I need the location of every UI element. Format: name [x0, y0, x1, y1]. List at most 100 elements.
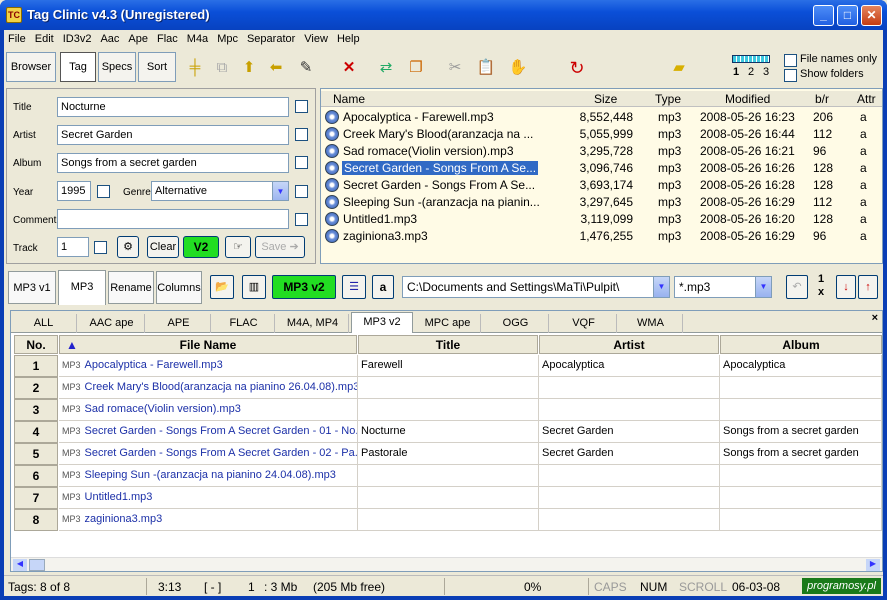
row-number[interactable]: 6 — [14, 465, 58, 487]
artist-field[interactable]: Secret Garden — [57, 125, 289, 145]
row-number[interactable]: 3 — [14, 399, 58, 421]
album-cell[interactable] — [720, 487, 882, 509]
show-folders-checkbox[interactable] — [784, 69, 797, 82]
table-row[interactable]: 8 MP3 zaginiona3.mp3 — [11, 509, 882, 531]
title-cell[interactable]: Farewell — [358, 355, 539, 377]
clear-button[interactable]: Clear — [147, 236, 179, 258]
format-tab[interactable]: MP3 v2 — [351, 312, 413, 333]
level-2[interactable]: 2 — [748, 66, 754, 78]
title-cell[interactable]: Nocturne — [358, 421, 539, 443]
table-row[interactable]: 5 MP3 Secret Garden - Songs From A Secret … — [11, 443, 882, 465]
lowercase-button[interactable]: a — [372, 275, 394, 299]
filename-cell[interactable]: MP3 Sleeping Sun -(aranzacja na pianino 2… — [59, 465, 358, 487]
filename-cell[interactable]: MP3 Secret Garden - Songs From A Secret G… — [59, 443, 358, 465]
undo-button[interactable]: ↶ — [786, 275, 808, 299]
hand-pointer-button[interactable]: ☞ — [225, 236, 251, 258]
hand-icon[interactable]: ✋ — [508, 58, 528, 78]
chevron-down-icon[interactable]: ▼ — [755, 277, 771, 297]
chevron-down-icon[interactable]: ▼ — [653, 277, 669, 297]
menu-flac[interactable]: Flac — [153, 30, 183, 45]
horizontal-scrollbar[interactable]: ◀ ▶ — [11, 557, 882, 571]
specs-button[interactable]: Specs — [98, 52, 136, 82]
album-cell[interactable]: Songs from a secret garden — [720, 443, 882, 465]
pen-icon[interactable]: ✎ — [296, 58, 316, 78]
artist-cell[interactable] — [539, 487, 720, 509]
file-list-row[interactable]: Apocalyptica - Farewell.mp3 8,552,448 mp3 2… — [325, 109, 880, 126]
artist-checkbox[interactable] — [295, 128, 308, 141]
move-down-button[interactable]: ↓ — [836, 275, 856, 299]
title-cell[interactable] — [358, 399, 539, 421]
title-cell[interactable]: Pastorale — [358, 443, 539, 465]
sync-icon[interactable]: ⇄ — [376, 58, 396, 78]
menu-edit[interactable]: Edit — [31, 30, 59, 45]
row-number[interactable]: 4 — [14, 421, 58, 443]
filename-cell[interactable]: MP3 Untitled1.mp3 — [59, 487, 358, 509]
year-checkbox[interactable] — [97, 185, 110, 198]
copy-tag-icon[interactable]: ⧉ — [212, 58, 232, 78]
row-number[interactable]: 7 — [14, 487, 58, 509]
menu-id3v2[interactable]: ID3v2 — [59, 30, 97, 45]
album-cell[interactable] — [720, 465, 882, 487]
close-panel-icon[interactable]: × — [872, 312, 878, 324]
artist-cell[interactable]: Secret Garden — [539, 421, 720, 443]
folder-icon[interactable]: ▰ — [669, 58, 689, 78]
title-cell[interactable] — [358, 487, 539, 509]
album-field[interactable]: Songs from a secret garden — [57, 153, 289, 173]
row-number[interactable]: 2 — [14, 377, 58, 399]
menu-aac[interactable]: Aac — [96, 30, 124, 45]
table-row[interactable]: 4 MP3 Secret Garden - Songs From A Secret … — [11, 421, 882, 443]
artist-cell[interactable] — [539, 377, 720, 399]
rows-view-button[interactable]: ☰ — [342, 275, 366, 299]
auto-number-button[interactable]: ⚙ — [117, 236, 139, 258]
duplicate-icon[interactable]: ❐ — [406, 58, 426, 78]
col-type[interactable]: Type — [655, 92, 681, 106]
album-cell[interactable]: Apocalyptica — [720, 355, 882, 377]
v2-button[interactable]: V2 — [183, 236, 219, 258]
scroll-thumb[interactable] — [29, 559, 45, 571]
track-checkbox[interactable] — [94, 241, 107, 254]
minimize-button[interactable]: _ — [813, 5, 834, 26]
col-title[interactable]: Title — [358, 335, 538, 354]
scroll-left-icon[interactable]: ◀ — [13, 559, 27, 571]
menu-view[interactable]: View — [300, 30, 333, 45]
album-cell[interactable] — [720, 377, 882, 399]
format-tab[interactable]: WMA — [619, 314, 683, 333]
col-artist[interactable]: Artist — [539, 335, 719, 354]
artist-cell[interactable]: Apocalyptica — [539, 355, 720, 377]
col-bitrate[interactable]: b/r — [815, 92, 829, 106]
folder-back-icon[interactable]: ⬅ — [266, 58, 286, 78]
menu-mpc[interactable]: Mpc — [213, 30, 243, 45]
genre-select[interactable]: Alternative ▼ — [151, 181, 289, 201]
format-tab[interactable]: VQF — [551, 314, 617, 333]
tag-button[interactable]: Tag — [60, 52, 96, 82]
menu-ape[interactable]: Ape — [124, 30, 153, 45]
format-tab[interactable]: AAC ape — [79, 314, 145, 333]
menu-m4a[interactable]: M4a — [183, 30, 213, 45]
filename-cell[interactable]: MP3 Creek Mary's Blood(aranzacja na piani… — [59, 377, 358, 399]
row-number[interactable]: 8 — [14, 509, 58, 531]
title-cell[interactable] — [358, 509, 539, 531]
table-row[interactable]: 3 MP3 Sad romace(Violin version).mp3 — [11, 399, 882, 421]
table-row[interactable]: 7 MP3 Untitled1.mp3 — [11, 487, 882, 509]
split-icon[interactable]: ╪ — [185, 58, 205, 78]
title-field[interactable]: Nocturne — [57, 97, 289, 117]
folder-up-icon[interactable]: ⬆ — [239, 58, 259, 78]
artist-cell[interactable] — [539, 509, 720, 531]
title-cell[interactable] — [358, 377, 539, 399]
col-attr[interactable]: Attr — [857, 92, 876, 106]
col-no[interactable]: No. — [14, 335, 58, 354]
col-modified[interactable]: Modified — [725, 92, 770, 106]
album-cell[interactable]: Songs from a secret garden — [720, 421, 882, 443]
row-number[interactable]: 1 — [14, 355, 58, 377]
format-tab[interactable]: ALL — [11, 314, 77, 333]
paste-icon[interactable]: 📋 — [476, 58, 496, 78]
level-1[interactable]: 1 — [733, 66, 739, 78]
table-row[interactable]: 1 MP3 Apocalyptica - Farewell.mp3 Farewell A… — [11, 355, 882, 377]
genre-checkbox[interactable] — [295, 185, 308, 198]
table-row[interactable]: 6 MP3 Sleeping Sun -(aranzacja na pianino … — [11, 465, 882, 487]
sort-button[interactable]: Sort — [138, 52, 176, 82]
filename-cell[interactable]: MP3 Apocalyptica - Farewell.mp3 — [59, 355, 358, 377]
columns-view-button[interactable]: ▥ — [242, 275, 266, 299]
filename-cell[interactable]: MP3 zaginiona3.mp3 — [59, 509, 358, 531]
file-list-row[interactable]: Sad romace(Violin version).mp3 3,295,728 m… — [325, 143, 880, 160]
